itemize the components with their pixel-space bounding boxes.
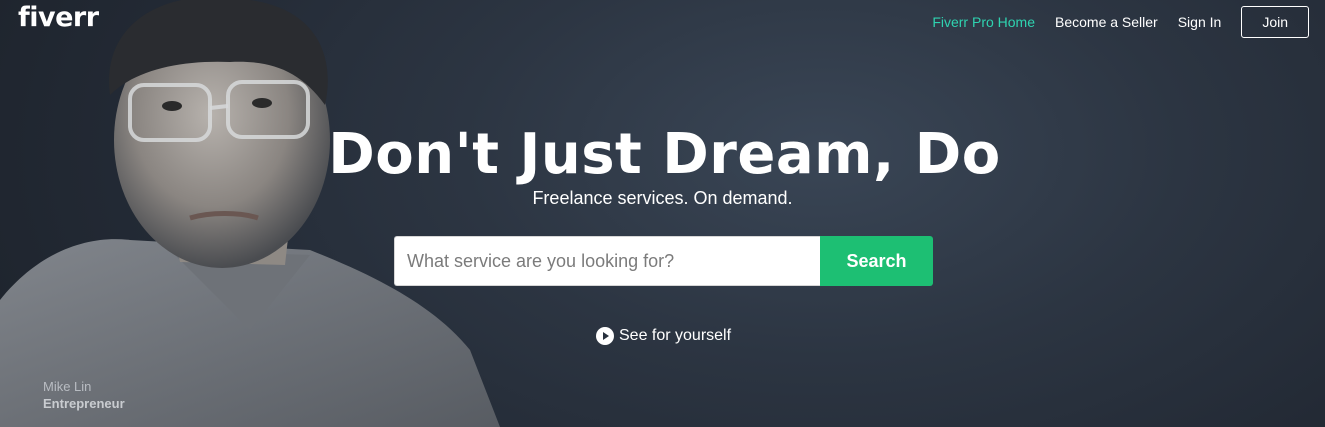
caption-role: Entrepreneur — [43, 396, 125, 411]
search-input[interactable] — [394, 236, 820, 286]
search-bar: Search — [394, 236, 933, 286]
become-seller-link[interactable]: Become a Seller — [1055, 14, 1158, 30]
see-for-yourself-link[interactable]: See for yourself — [596, 327, 731, 345]
nav-links: Fiverr Pro Home Become a Seller Sign In … — [912, 6, 1309, 38]
portrait-caption: Mike Lin Entrepreneur — [43, 378, 125, 412]
portrait-image — [0, 0, 500, 427]
caption-name: Mike Lin — [43, 379, 92, 394]
fiverr-pro-home-link[interactable]: Fiverr Pro Home — [932, 14, 1035, 30]
search-button[interactable]: Search — [820, 236, 933, 286]
hero-headline: Don't Just Dream, Do — [328, 122, 1001, 187]
sign-in-link[interactable]: Sign In — [1178, 14, 1222, 30]
fiverr-logo[interactable]: fiverr — [18, 2, 99, 33]
hero-subheadline: Freelance services. On demand. — [532, 188, 793, 208]
join-button[interactable]: Join — [1241, 6, 1309, 38]
play-circle-icon — [596, 327, 614, 345]
top-navigation: fiverr Fiverr Pro Home Become a Seller S… — [0, 0, 1325, 44]
see-for-yourself-label: See for yourself — [619, 327, 732, 344]
